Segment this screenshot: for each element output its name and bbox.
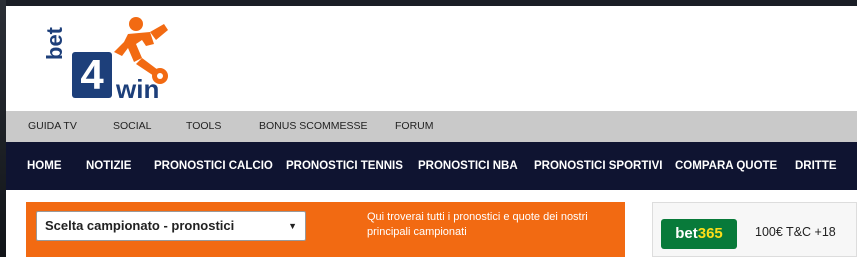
logo-four-text: 4 [72, 52, 112, 98]
subnav-item-social[interactable]: SOCIAL [113, 111, 152, 142]
main-nav: HOME NOTIZIE PRONOSTICI CALCIO PRONOSTIC… [6, 142, 857, 190]
nav-item-pronostici-sportivi[interactable]: PRONOSTICI SPORTIVI [534, 142, 662, 190]
championship-banner: Scelta campionato - pronostici ▼ Qui tro… [26, 202, 625, 257]
secondary-nav: GUIDA TV SOCIAL TOOLS BONUS SCOMMESSE FO… [6, 111, 857, 142]
content-area: Scelta campionato - pronostici ▼ Qui tro… [6, 190, 857, 257]
nav-item-dritte[interactable]: DRITTE [795, 142, 837, 190]
nav-item-compara-quote[interactable]: COMPARA QUOTE [675, 142, 777, 190]
nav-item-pronostici-calcio[interactable]: PRONOSTICI CALCIO [154, 142, 273, 190]
promo-text: Qui troverai tutti i pronostici e quote … [367, 211, 588, 238]
offer-text: 100€ T&C +18 [755, 225, 836, 239]
site-logo[interactable]: bet 4 win [42, 14, 200, 109]
nav-item-pronostici-tennis[interactable]: PRONOSTICI TENNIS [286, 142, 403, 190]
championship-select[interactable]: Scelta campionato - pronostici ▼ [36, 211, 306, 241]
championship-select-value: Scelta campionato - pronostici [45, 218, 235, 233]
site-page: bet 4 win GUIDA TV SOCIAL TOOLS BONUS SC… [6, 6, 857, 257]
subnav-item-tools[interactable]: TOOLS [186, 111, 221, 142]
nav-item-home[interactable]: HOME [27, 142, 62, 190]
bet365-logo-text-part1: bet [675, 225, 698, 242]
nav-item-notizie[interactable]: NOTIZIE [86, 142, 131, 190]
bet365-logo[interactable]: bet365 [661, 219, 737, 249]
bet365-logo-text-part2: 365 [697, 225, 723, 242]
subnav-item-forum[interactable]: FORUM [395, 111, 434, 142]
site-header: bet 4 win [6, 6, 857, 111]
logo-bet-text: bet [42, 27, 67, 60]
subnav-item-guida-tv[interactable]: GUIDA TV [28, 111, 77, 142]
subnav-item-bonus-scommesse[interactable]: BONUS SCOMMESSE [259, 111, 368, 142]
nav-item-pronostici-nba[interactable]: PRONOSTICI NBA [418, 142, 518, 190]
dropdown-arrow-icon: ▼ [288, 221, 297, 231]
logo-win-text: win [116, 74, 160, 104]
bookmaker-offer[interactable]: bet365 100€ T&C +18 [652, 202, 857, 257]
